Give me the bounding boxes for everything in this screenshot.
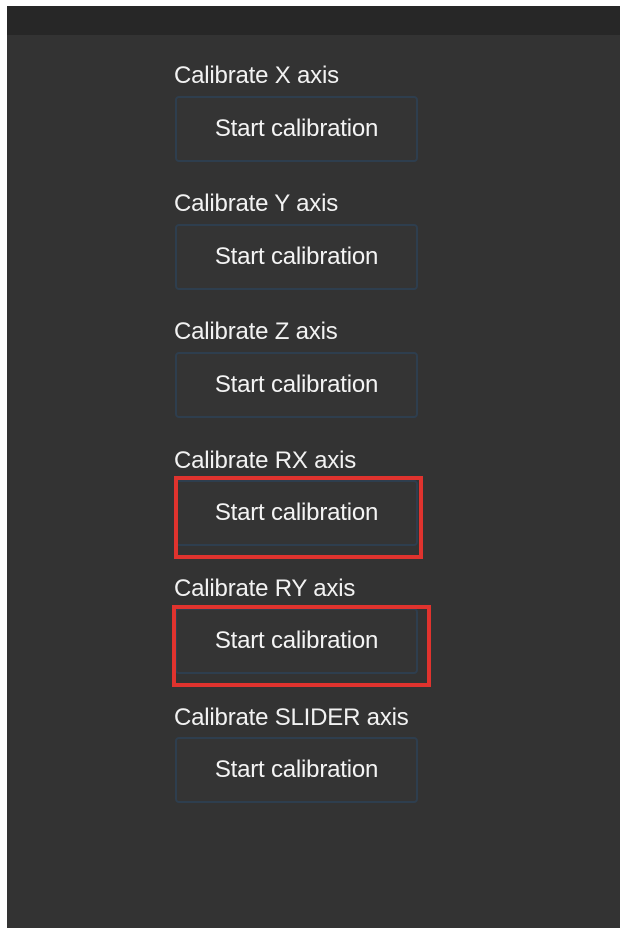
start-calibration-x-button[interactable]: Start calibration xyxy=(175,96,418,162)
calibrate-z-axis-label: Calibrate Z axis xyxy=(174,318,338,345)
start-calibration-rx-button[interactable]: Start calibration xyxy=(175,480,418,546)
start-calibration-ry-button[interactable]: Start calibration xyxy=(175,608,418,674)
calibrate-slider-axis-label: Calibrate SLIDER axis xyxy=(174,704,409,731)
calibrate-rx-axis-label: Calibrate RX axis xyxy=(174,447,357,474)
calibrate-x-axis-label: Calibrate X axis xyxy=(174,62,339,89)
top-bar xyxy=(7,6,620,35)
start-calibration-z-button[interactable]: Start calibration xyxy=(175,352,418,418)
start-calibration-y-button[interactable]: Start calibration xyxy=(175,224,418,290)
start-calibration-slider-button[interactable]: Start calibration xyxy=(175,737,418,803)
calibrate-ry-axis-label: Calibrate RY axis xyxy=(174,575,356,602)
calibration-panel: Calibrate X axis Start calibration Calib… xyxy=(7,6,620,928)
calibrate-y-axis-label: Calibrate Y axis xyxy=(174,190,339,217)
